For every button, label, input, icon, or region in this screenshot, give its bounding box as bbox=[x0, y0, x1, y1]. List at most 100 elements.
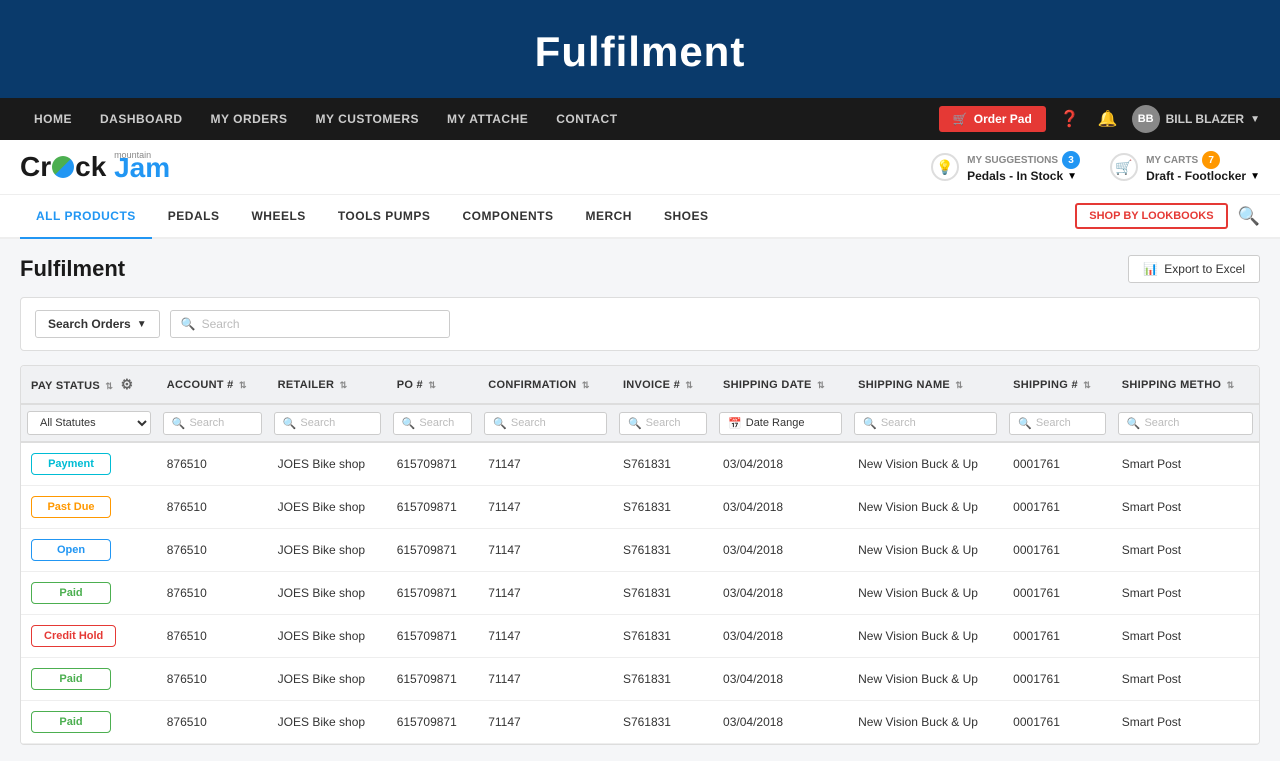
col-header-po[interactable]: PO # ⇅ bbox=[387, 366, 479, 404]
cell-shipping-date-1: 03/04/2018 bbox=[713, 486, 848, 529]
nav-item-my-orders[interactable]: MY ORDERS bbox=[197, 98, 302, 140]
filter-search-icon-5: 🔍 bbox=[628, 417, 642, 430]
nav-item-my-customers[interactable]: MY CUSTOMERS bbox=[301, 98, 433, 140]
col-header-shipping-num[interactable]: SHIPPING # ⇅ bbox=[1003, 366, 1112, 404]
cell-invoice-1: S761831 bbox=[613, 486, 713, 529]
col-header-shipping-name[interactable]: SHIPPING NAME ⇅ bbox=[848, 366, 1003, 404]
cat-nav-tools-pumps[interactable]: TOOLS PUMPS bbox=[322, 195, 447, 239]
cell-shipping-method-0: Smart Post bbox=[1112, 442, 1259, 486]
cell-shipping-method-6: Smart Post bbox=[1112, 701, 1259, 744]
col-header-retailer[interactable]: RETAILER ⇅ bbox=[268, 366, 387, 404]
cell-shipping-name-2: New Vision Buck & Up bbox=[848, 529, 1003, 572]
col-header-pay-status[interactable]: PAY STATUS ⇅ ⚙ bbox=[21, 366, 157, 404]
suggestions-info: MY SUGGESTIONS 3 Pedals - In Stock ▼ bbox=[967, 151, 1080, 183]
sort-icon-account: ⇅ bbox=[239, 380, 247, 390]
cat-nav-components[interactable]: COMPONENTS bbox=[446, 195, 569, 239]
brand-bar-right: 💡 MY SUGGESTIONS 3 Pedals - In Stock ▼ 🛒 bbox=[931, 151, 1260, 183]
help-button[interactable]: ❓ bbox=[1056, 105, 1084, 133]
table-filter-row: All Statutes Payment Past Due Open Paid … bbox=[21, 404, 1259, 442]
col-header-account[interactable]: ACCOUNT # ⇅ bbox=[157, 366, 268, 404]
cell-invoice-5: S761831 bbox=[613, 658, 713, 701]
status-filter-select[interactable]: All Statutes Payment Past Due Open Paid … bbox=[27, 411, 151, 435]
filter-cell-status[interactable]: All Statutes Payment Past Due Open Paid … bbox=[21, 404, 157, 442]
cell-confirmation-3: 71147 bbox=[478, 572, 613, 615]
suggestions-area[interactable]: 💡 MY SUGGESTIONS 3 Pedals - In Stock ▼ bbox=[931, 151, 1080, 183]
cell-shipping-name-6: New Vision Buck & Up bbox=[848, 701, 1003, 744]
cell-confirmation-1: 71147 bbox=[478, 486, 613, 529]
notifications-button[interactable]: 🔔 bbox=[1094, 105, 1122, 133]
export-excel-button[interactable]: 📊 Export to Excel bbox=[1128, 255, 1260, 283]
table-row: Open 876510 JOES Bike shop 615709871 711… bbox=[21, 529, 1259, 572]
filter-cell-retailer[interactable]: 🔍 Search bbox=[268, 404, 387, 442]
cell-shipping-num-2: 0001761 bbox=[1003, 529, 1112, 572]
cell-shipping-date-4: 03/04/2018 bbox=[713, 615, 848, 658]
filter-search-icon-2: 🔍 bbox=[283, 417, 297, 430]
cell-po-6: 615709871 bbox=[387, 701, 479, 744]
filter-cell-shipping-num[interactable]: 🔍 Search bbox=[1003, 404, 1112, 442]
lookbooks-button[interactable]: SHOP BY LOOKBOOKS bbox=[1075, 203, 1227, 229]
gear-icon-pay-status[interactable]: ⚙ bbox=[121, 376, 134, 392]
nav-item-my-attache[interactable]: MY ATTACHE bbox=[433, 98, 542, 140]
cell-shipping-num-1: 0001761 bbox=[1003, 486, 1112, 529]
cart-icon: 🛒 bbox=[1110, 153, 1138, 181]
filter-cell-confirmation[interactable]: 🔍 Search bbox=[478, 404, 613, 442]
top-nav: HOME DASHBOARD MY ORDERS MY CUSTOMERS MY… bbox=[0, 98, 1280, 140]
filter-cell-shipping-method[interactable]: 🔍 Search bbox=[1112, 404, 1259, 442]
logo[interactable]: Cr ck mountain Jam bbox=[20, 150, 170, 184]
logo-jam: Jam bbox=[114, 152, 170, 184]
sort-icon-shipping-name: ⇅ bbox=[955, 380, 963, 390]
cat-nav-pedals[interactable]: PEDALS bbox=[152, 195, 236, 239]
cell-retailer-2: JOES Bike shop bbox=[268, 529, 387, 572]
cell-status-3: Paid bbox=[21, 572, 157, 615]
cell-shipping-method-1: Smart Post bbox=[1112, 486, 1259, 529]
col-header-shipping-method[interactable]: SHIPPING METHO ⇅ bbox=[1112, 366, 1259, 404]
table-header-row: PAY STATUS ⇅ ⚙ ACCOUNT # ⇅ RETAILER ⇅ PO… bbox=[21, 366, 1259, 404]
user-menu[interactable]: BB BILL BLAZER ▼ bbox=[1132, 105, 1260, 133]
cat-nav-all-products[interactable]: ALL PRODUCTS bbox=[20, 195, 152, 239]
status-badge-1: Past Due bbox=[31, 496, 111, 518]
filter-cell-account[interactable]: 🔍 Search bbox=[157, 404, 268, 442]
filter-cell-po[interactable]: 🔍 Search bbox=[387, 404, 479, 442]
cell-po-5: 615709871 bbox=[387, 658, 479, 701]
cell-account-3: 876510 bbox=[157, 572, 268, 615]
cell-account-0: 876510 bbox=[157, 442, 268, 486]
col-header-shipping-date[interactable]: SHIPPING DATE ⇅ bbox=[713, 366, 848, 404]
nav-item-home[interactable]: HOME bbox=[20, 98, 86, 140]
fulfilment-table: PAY STATUS ⇅ ⚙ ACCOUNT # ⇅ RETAILER ⇅ PO… bbox=[21, 366, 1259, 744]
cell-confirmation-0: 71147 bbox=[478, 442, 613, 486]
cat-nav-shoes[interactable]: SHOES bbox=[648, 195, 725, 239]
cell-status-6: Paid bbox=[21, 701, 157, 744]
top-nav-left: HOME DASHBOARD MY ORDERS MY CUSTOMERS MY… bbox=[20, 98, 632, 140]
carts-area[interactable]: 🛒 MY CARTS 7 Draft - Footlocker ▼ bbox=[1110, 151, 1260, 183]
cell-po-0: 615709871 bbox=[387, 442, 479, 486]
search-button[interactable]: 🔍 bbox=[1238, 206, 1260, 227]
lightbulb-icon: 💡 bbox=[931, 153, 959, 181]
cell-invoice-2: S761831 bbox=[613, 529, 713, 572]
cell-invoice-0: S761831 bbox=[613, 442, 713, 486]
filter-cell-shipping-name[interactable]: 🔍 Search bbox=[848, 404, 1003, 442]
cell-po-2: 615709871 bbox=[387, 529, 479, 572]
cell-status-1: Past Due bbox=[21, 486, 157, 529]
table-row: Paid 876510 JOES Bike shop 615709871 711… bbox=[21, 701, 1259, 744]
col-header-invoice[interactable]: INVOICE # ⇅ bbox=[613, 366, 713, 404]
filter-cell-invoice[interactable]: 🔍 Search bbox=[613, 404, 713, 442]
brand-bar: Cr ck mountain Jam 💡 MY SUGGESTIONS 3 Pe… bbox=[0, 140, 1280, 195]
main-search-field[interactable]: 🔍 Search bbox=[170, 310, 450, 338]
cell-shipping-method-4: Smart Post bbox=[1112, 615, 1259, 658]
search-orders-button[interactable]: Search Orders ▼ bbox=[35, 310, 160, 338]
cell-confirmation-5: 71147 bbox=[478, 658, 613, 701]
table-row: Payment 876510 JOES Bike shop 615709871 … bbox=[21, 442, 1259, 486]
sort-icon-pay-status: ⇅ bbox=[105, 381, 113, 391]
order-pad-button[interactable]: 🛒 Order Pad bbox=[939, 106, 1046, 132]
sort-icon-invoice: ⇅ bbox=[685, 380, 693, 390]
filter-cell-shipping-date[interactable]: 📅 Date Range bbox=[713, 404, 848, 442]
search-orders-chevron-icon: ▼ bbox=[137, 319, 147, 330]
cell-shipping-date-0: 03/04/2018 bbox=[713, 442, 848, 486]
status-badge-5: Paid bbox=[31, 668, 111, 690]
cat-nav-merch[interactable]: MERCH bbox=[569, 195, 648, 239]
nav-item-dashboard[interactable]: DASHBOARD bbox=[86, 98, 197, 140]
col-header-confirmation[interactable]: CONFIRMATION ⇅ bbox=[478, 366, 613, 404]
nav-item-contact[interactable]: CONTACT bbox=[542, 98, 631, 140]
cat-nav-wheels[interactable]: WHEELS bbox=[235, 195, 321, 239]
status-badge-0: Payment bbox=[31, 453, 111, 475]
